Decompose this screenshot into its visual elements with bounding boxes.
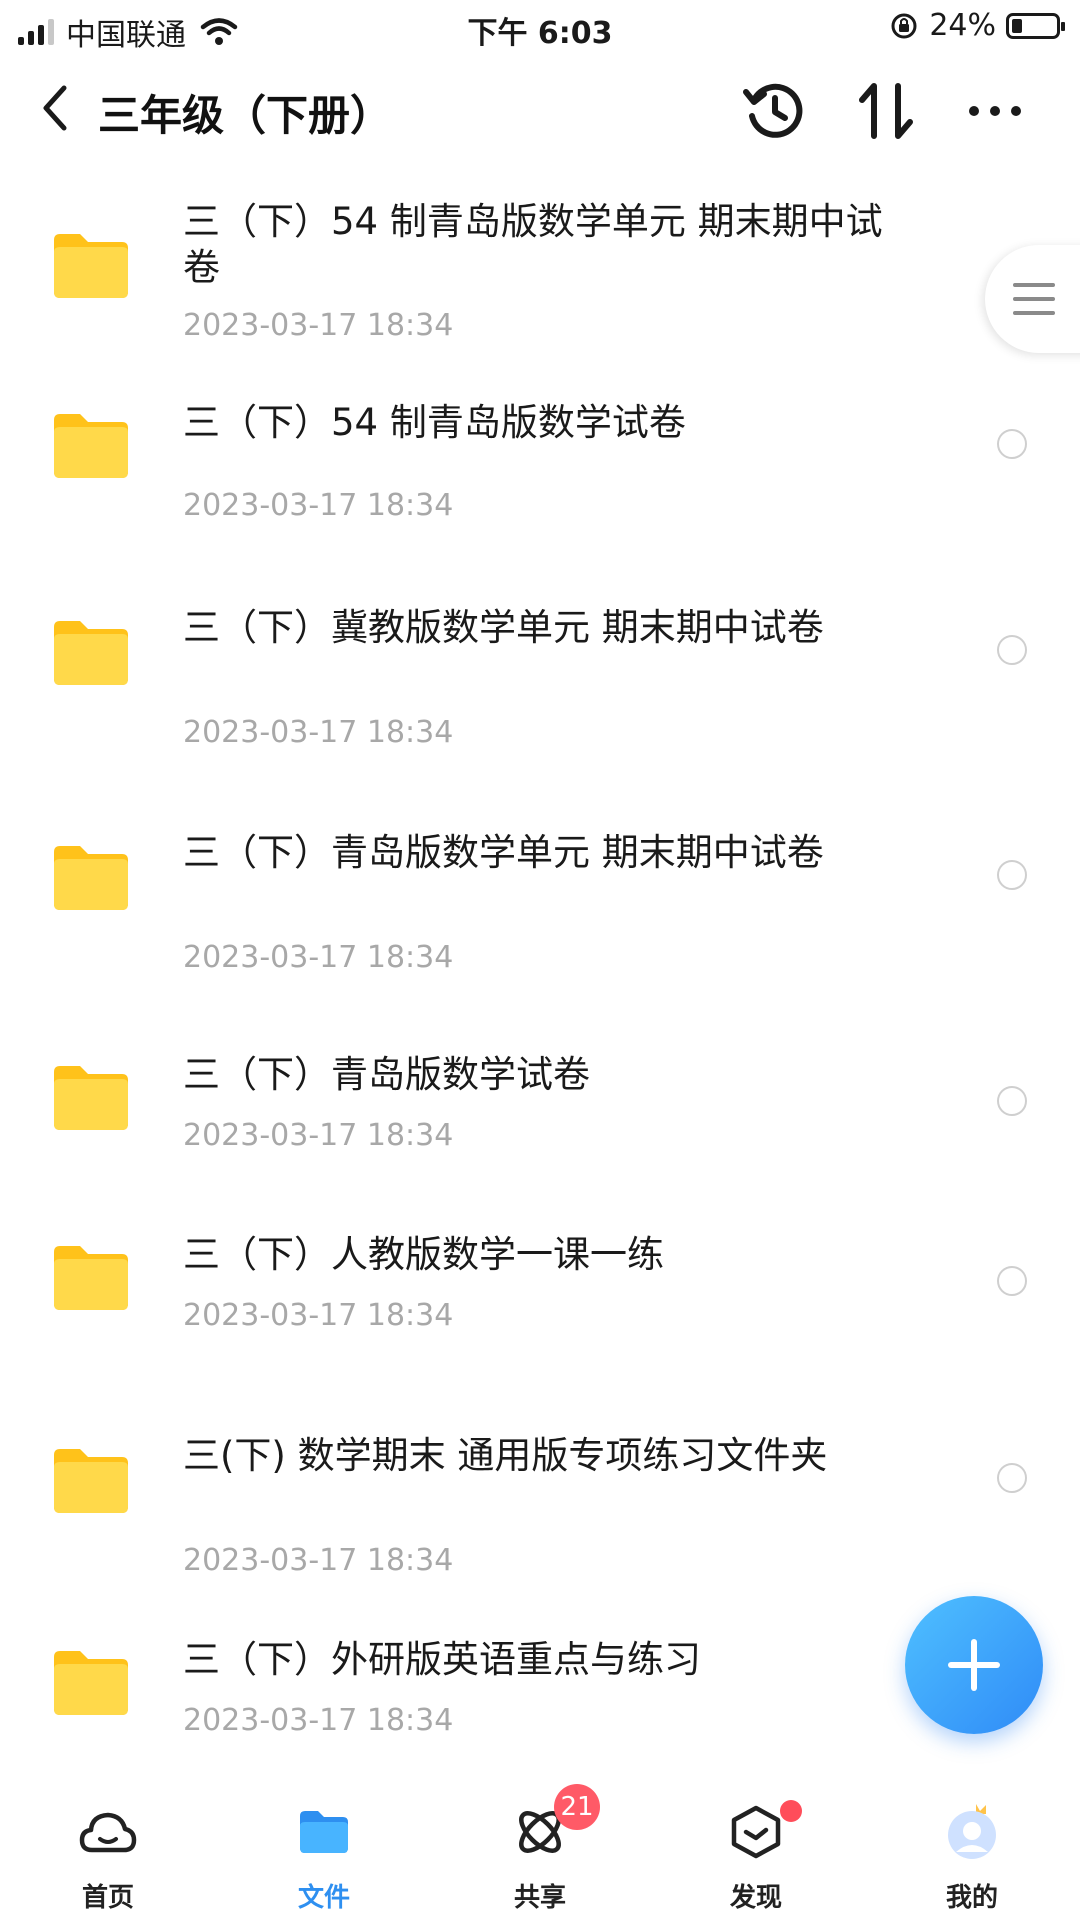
select-radio[interactable] — [997, 1463, 1027, 1493]
history-icon[interactable] — [740, 76, 810, 146]
battery-icon — [1006, 12, 1065, 39]
add-button[interactable] — [905, 1596, 1043, 1734]
folder-icon — [300, 1811, 348, 1853]
discover-cube-icon — [731, 1805, 781, 1859]
notification-dot — [780, 1800, 802, 1822]
tab-label: 文件 — [297, 1883, 350, 1913]
list-item[interactable]: 三（下）54 制青岛版数学试卷 2023-03-17 18:34 — [0, 370, 1080, 550]
battery-fill — [1012, 18, 1022, 33]
folder-name: 三（下）54 制青岛版数学试卷 — [183, 401, 686, 444]
folder-icon — [54, 1246, 128, 1310]
folder-name: 三（下）54 制青岛版数学单元 期末期中试卷 — [183, 200, 883, 289]
tab-home[interactable]: 首页 — [0, 1780, 216, 1920]
page-title: 三年级（下册） — [98, 91, 393, 140]
status-bar: 中国联通 下午 6:03 24% — [0, 0, 1080, 56]
status-right: 24% — [889, 8, 1065, 43]
tab-label: 共享 — [513, 1883, 566, 1913]
bottom-nav: 首页 文件 21 共享 发现 我的 — [0, 1780, 1080, 1920]
tab-share[interactable]: 21 共享 — [432, 1780, 648, 1920]
folder-date: 2023-03-17 18:34 — [183, 1298, 454, 1333]
folder-date: 2023-03-17 18:34 — [183, 488, 454, 523]
sort-icon[interactable] — [852, 76, 922, 146]
list-item[interactable]: 三（下）54 制青岛版数学单元 期末期中试卷 2023-03-17 18:34 — [0, 175, 1080, 365]
more-icon[interactable] — [960, 76, 1030, 146]
folder-icon — [54, 846, 128, 910]
tab-label: 发现 — [729, 1883, 782, 1913]
list-item[interactable]: 三（下）冀教版数学单元 期末期中试卷 2023-03-17 18:34 — [0, 575, 1080, 775]
select-radio[interactable] — [997, 1266, 1027, 1296]
list-item[interactable]: 三（下）青岛版数学试卷 2023-03-17 18:34 — [0, 1020, 1080, 1195]
folder-name: 三（下）青岛版数学试卷 — [183, 1053, 590, 1096]
menu-line — [1013, 297, 1055, 301]
folder-icon — [54, 1449, 128, 1513]
list-item[interactable]: 三（下）青岛版数学单元 期末期中试卷 2023-03-17 18:34 — [0, 800, 1080, 1000]
folder-name: 三（下）人教版数学一课一练 — [183, 1233, 664, 1276]
select-radio[interactable] — [997, 635, 1027, 665]
folder-icon — [54, 1066, 128, 1130]
folder-date: 2023-03-17 18:34 — [183, 308, 454, 343]
folder-name: 三（下）冀教版数学单元 期末期中试卷 — [183, 606, 824, 649]
folder-icon — [54, 1651, 128, 1715]
top-bar: 三年级（下册） — [0, 56, 1080, 166]
folder-name: 三（下）外研版英语重点与练习 — [183, 1638, 701, 1681]
tab-discover[interactable]: 发现 — [648, 1780, 864, 1920]
notification-badge: 21 — [554, 1784, 600, 1830]
folder-date: 2023-03-17 18:34 — [183, 715, 454, 750]
folder-name: 三(下) 数学期末 通用版专项练习文件夹 — [183, 1434, 828, 1477]
menu-line — [1013, 311, 1055, 315]
file-browser-screen: 中国联通 下午 6:03 24% 三年级（下册） 三（下）54 制青岛版数学单元… — [0, 0, 1080, 1920]
folder-name: 三（下）青岛版数学单元 期末期中试卷 — [183, 831, 824, 874]
menu-line — [1013, 283, 1055, 287]
avatar-icon — [948, 1804, 996, 1859]
tab-label: 我的 — [945, 1883, 998, 1913]
select-radio[interactable] — [997, 1086, 1027, 1116]
home-cloud-icon — [79, 1812, 137, 1853]
select-radio[interactable] — [997, 860, 1027, 890]
tab-label: 首页 — [81, 1883, 134, 1913]
folder-icon — [54, 414, 128, 478]
folder-date: 2023-03-17 18:34 — [183, 1703, 454, 1738]
battery-percent: 24% — [929, 8, 996, 43]
folder-icon — [54, 621, 128, 685]
tab-files[interactable]: 文件 — [216, 1780, 432, 1920]
list-item[interactable]: 三（下）人教版数学一课一练 2023-03-17 18:34 — [0, 1200, 1080, 1375]
list-item[interactable]: 三(下) 数学期末 通用版专项练习文件夹 2023-03-17 18:34 — [0, 1403, 1080, 1603]
folder-date: 2023-03-17 18:34 — [183, 1543, 454, 1578]
folder-date: 2023-03-17 18:34 — [183, 940, 454, 975]
rotation-lock-icon — [891, 13, 917, 38]
folder-date: 2023-03-17 18:34 — [183, 1118, 454, 1153]
folder-icon — [54, 234, 128, 298]
back-icon[interactable] — [30, 78, 80, 138]
tab-profile[interactable]: 我的 — [864, 1780, 1080, 1920]
select-radio[interactable] — [997, 429, 1027, 459]
